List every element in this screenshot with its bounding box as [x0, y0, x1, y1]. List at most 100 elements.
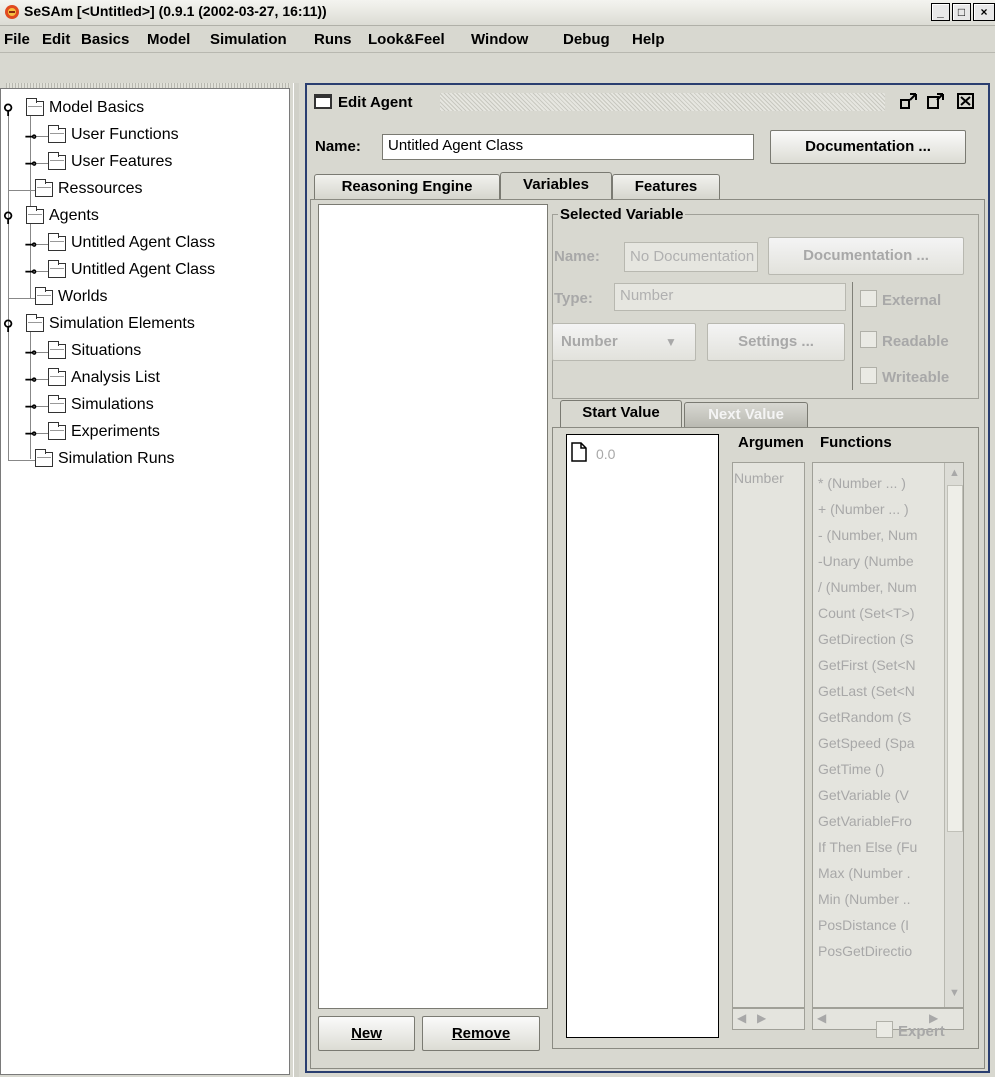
function-item[interactable]: * (Number ... ) [818, 475, 906, 491]
variable-type-select[interactable]: Number ▼ [552, 323, 696, 361]
arguments-hscrollbar[interactable]: ◀ ▶ [732, 1008, 805, 1030]
title-drag-area[interactable] [440, 93, 885, 111]
variable-documentation-button[interactable]: Documentation ... [768, 237, 964, 275]
close-frame-icon[interactable] [957, 93, 975, 113]
tab-start-value[interactable]: Start Value [560, 400, 682, 428]
readable-checkbox[interactable]: Readable [860, 331, 949, 350]
variable-type-label: Type: [554, 290, 593, 307]
menu-file[interactable]: File [4, 31, 30, 48]
tree-item-label: Untitled Agent Class [71, 261, 216, 278]
menu-basics[interactable]: Basics [81, 31, 129, 48]
function-item[interactable]: Count (Set<T>) [818, 605, 915, 621]
function-item[interactable]: / (Number, Num [818, 579, 917, 595]
function-item[interactable]: -Unary (Numbe [818, 553, 914, 569]
tree-item-label: Simulation Runs [58, 450, 175, 467]
function-item[interactable]: PosGetDirectio [818, 943, 912, 959]
folder-icon [35, 449, 53, 467]
tree-collapsed-handle-icon[interactable]: ⊸ [25, 236, 37, 253]
tree-collapsed-handle-icon[interactable]: ⊸ [25, 128, 37, 145]
variable-name-label: Name: [554, 248, 600, 265]
tree-expand-handle-icon[interactable]: ⚲ [3, 317, 13, 334]
folder-icon [26, 206, 44, 224]
tree-expand-handle-icon[interactable]: ⚲ [3, 209, 13, 226]
readable-label: Readable [882, 333, 949, 350]
writeable-checkbox[interactable]: Writeable [860, 367, 949, 386]
function-item[interactable]: GetRandom (S [818, 709, 911, 725]
type-select-value: Number [561, 333, 618, 350]
menu-look-and-feel[interactable]: Look&Feel [368, 31, 445, 48]
variables-list[interactable] [318, 204, 548, 1009]
function-item[interactable]: Min (Number .. [818, 891, 911, 907]
scroll-down-icon[interactable]: ▼ [949, 987, 960, 999]
tree-collapsed-handle-icon[interactable]: ⊸ [25, 425, 37, 442]
expert-checkbox[interactable]: Expert [876, 1021, 945, 1040]
argument-item[interactable]: Number [734, 470, 803, 486]
folder-icon [48, 152, 66, 170]
external-checkbox[interactable]: External [860, 290, 941, 309]
separator [852, 282, 853, 390]
function-item[interactable]: GetLast (Set<N [818, 683, 915, 699]
function-item[interactable]: - (Number, Num [818, 527, 918, 543]
new-variable-button[interactable]: New [318, 1016, 415, 1051]
function-item[interactable]: If Then Else (Fu [818, 839, 917, 855]
menu-help[interactable]: Help [632, 31, 665, 48]
function-item[interactable]: + (Number ... ) [818, 501, 909, 517]
tree-expand-handle-icon[interactable]: ⚲ [3, 101, 13, 118]
menu-edit[interactable]: Edit [42, 31, 70, 48]
menu-simulation[interactable]: Simulation [210, 31, 287, 48]
tab-next-value[interactable]: Next Value [684, 402, 808, 428]
minimize-button[interactable]: _ [931, 3, 950, 21]
folder-icon [48, 260, 66, 278]
tree-item-label: Ressources [58, 180, 143, 197]
function-item[interactable]: GetTime () [818, 761, 884, 777]
tree-collapsed-handle-icon[interactable]: ⊸ [25, 371, 37, 388]
function-item[interactable]: GetSpeed (Spa [818, 735, 915, 751]
menu-runs[interactable]: Runs [314, 31, 352, 48]
maximize-button[interactable]: □ [952, 3, 971, 21]
function-item[interactable]: GetVariableFro [818, 813, 912, 829]
agent-name-field[interactable]: Untitled Agent Class [382, 134, 754, 160]
tree-item-label: Model Basics [49, 99, 145, 116]
remove-variable-button[interactable]: Remove [422, 1016, 540, 1051]
start-value-node[interactable]: 0.0 [596, 446, 615, 462]
function-item[interactable]: Max (Number . [818, 865, 911, 881]
functions-list[interactable]: * (Number ... ) + (Number ... ) - (Numbe… [812, 462, 964, 1008]
minimize-frame-icon[interactable] [900, 93, 918, 113]
new-label: New [351, 1025, 382, 1042]
folder-icon [48, 422, 66, 440]
tree-collapsed-handle-icon[interactable]: ⊸ [25, 155, 37, 172]
function-item[interactable]: GetFirst (Set<N [818, 657, 916, 673]
function-item[interactable]: PosDistance (I [818, 917, 909, 933]
split-pane-divider[interactable] [293, 83, 299, 1077]
menu-window[interactable]: Window [471, 31, 528, 48]
scroll-left-icon[interactable]: ◀ [737, 1011, 746, 1025]
tab-variables[interactable]: Variables [500, 172, 612, 200]
close-button[interactable]: × [973, 3, 995, 21]
app-icon [4, 4, 20, 20]
variable-name-field[interactable]: No Documentation [624, 242, 758, 272]
menu-model[interactable]: Model [147, 31, 190, 48]
tree-collapsed-handle-icon[interactable]: ⊸ [25, 344, 37, 361]
tab-reasoning-engine[interactable]: Reasoning Engine [314, 174, 500, 200]
scroll-left-icon[interactable]: ◀ [817, 1011, 826, 1025]
model-tree[interactable]: ⚲ Model Basics ⊸ User Functions ⊸ User F… [0, 88, 290, 1075]
menu-debug[interactable]: Debug [563, 31, 610, 48]
checkbox-box [876, 1021, 893, 1038]
tab-features[interactable]: Features [612, 174, 720, 200]
function-item[interactable]: GetDirection (S [818, 631, 914, 647]
tree-item-label: Simulation Elements [49, 315, 195, 332]
documentation-button[interactable]: Documentation ... [770, 130, 966, 164]
start-value-tree[interactable] [566, 434, 719, 1038]
functions-vscrollbar[interactable]: ▲ ▼ [944, 463, 963, 1007]
scroll-up-icon[interactable]: ▲ [949, 467, 960, 479]
folder-icon [26, 314, 44, 332]
settings-button[interactable]: Settings ... [707, 323, 845, 361]
scroll-right-icon[interactable]: ▶ [757, 1011, 766, 1025]
tree-collapsed-handle-icon[interactable]: ⊸ [25, 398, 37, 415]
function-item[interactable]: GetVariable (V [818, 787, 909, 803]
scroll-thumb[interactable] [947, 485, 963, 832]
maximize-frame-icon[interactable] [927, 93, 945, 113]
tree-collapsed-handle-icon[interactable]: ⊸ [25, 263, 37, 280]
variable-type-field[interactable]: Number [614, 283, 846, 311]
arguments-list[interactable] [732, 462, 805, 1008]
